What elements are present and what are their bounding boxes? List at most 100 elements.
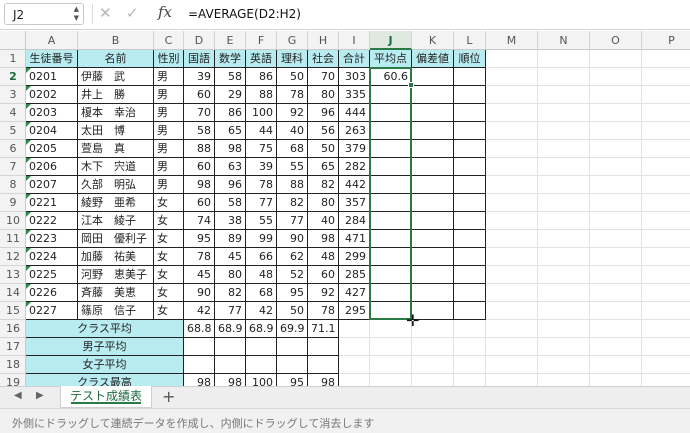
row-header-19[interactable]: 19 <box>0 374 26 386</box>
student-id-cell[interactable]: 0206 <box>26 158 78 176</box>
summary-label-cell[interactable]: クラス最高 <box>26 374 184 386</box>
deviation-cell[interactable] <box>412 266 454 284</box>
score-cell[interactable]: 60 <box>184 158 215 176</box>
row-header-13[interactable]: 13 <box>0 266 26 284</box>
rank-cell[interactable] <box>454 230 486 248</box>
summary-value-cell[interactable] <box>184 338 215 356</box>
summary-label-cell[interactable]: 女子平均 <box>26 356 184 374</box>
empty-cell[interactable] <box>590 86 642 104</box>
score-cell[interactable]: 92 <box>277 104 308 122</box>
student-id-cell[interactable]: 0223 <box>26 230 78 248</box>
empty-cell[interactable] <box>590 338 642 356</box>
score-cell[interactable]: 58 <box>215 194 246 212</box>
deviation-cell[interactable] <box>412 230 454 248</box>
empty-cell[interactable] <box>590 158 642 176</box>
total-cell[interactable]: 263 <box>339 122 370 140</box>
row-header-15[interactable]: 15 <box>0 302 26 320</box>
empty-cell[interactable] <box>538 284 590 302</box>
empty-cell[interactable] <box>538 50 590 68</box>
row-header-5[interactable]: 5 <box>0 122 26 140</box>
empty-cell[interactable] <box>538 230 590 248</box>
score-cell[interactable]: 88 <box>277 176 308 194</box>
student-name-cell[interactable]: 岡田 優利子 <box>78 230 154 248</box>
empty-cell[interactable] <box>486 86 538 104</box>
total-cell[interactable]: 299 <box>339 248 370 266</box>
score-cell[interactable]: 92 <box>308 284 339 302</box>
student-sex-cell[interactable]: 男 <box>154 68 184 86</box>
score-cell[interactable]: 55 <box>277 158 308 176</box>
student-sex-cell[interactable]: 男 <box>154 104 184 122</box>
deviation-cell[interactable] <box>412 194 454 212</box>
summary-value-cell[interactable]: 69.9 <box>277 320 308 338</box>
rank-cell[interactable] <box>454 140 486 158</box>
summary-value-cell[interactable]: 95 <box>277 374 308 386</box>
column-header-g[interactable]: G <box>277 31 308 50</box>
rank-cell[interactable] <box>454 284 486 302</box>
score-cell[interactable]: 89 <box>215 230 246 248</box>
score-cell[interactable]: 65 <box>215 122 246 140</box>
score-cell[interactable]: 98 <box>215 140 246 158</box>
score-cell[interactable]: 63 <box>215 158 246 176</box>
empty-cell[interactable] <box>486 230 538 248</box>
empty-cell[interactable] <box>339 374 370 386</box>
empty-cell[interactable] <box>486 320 538 338</box>
summary-value-cell[interactable]: 68.9 <box>246 320 277 338</box>
empty-cell[interactable] <box>590 356 642 374</box>
average-cell[interactable] <box>370 104 412 122</box>
empty-cell[interactable] <box>538 212 590 230</box>
empty-cell[interactable] <box>590 50 642 68</box>
rank-cell[interactable] <box>454 266 486 284</box>
empty-cell[interactable] <box>642 176 690 194</box>
total-cell[interactable]: 295 <box>339 302 370 320</box>
empty-cell[interactable] <box>642 212 690 230</box>
summary-value-cell[interactable] <box>215 338 246 356</box>
score-cell[interactable]: 96 <box>215 176 246 194</box>
column-header-k[interactable]: K <box>412 31 454 50</box>
total-cell[interactable]: 357 <box>339 194 370 212</box>
score-cell[interactable]: 39 <box>184 68 215 86</box>
total-cell[interactable]: 285 <box>339 266 370 284</box>
empty-cell[interactable] <box>642 158 690 176</box>
empty-cell[interactable] <box>642 338 690 356</box>
total-cell[interactable]: 303 <box>339 68 370 86</box>
score-cell[interactable]: 77 <box>246 194 277 212</box>
table-header-cell[interactable]: 性別 <box>154 50 184 68</box>
empty-cell[interactable] <box>538 68 590 86</box>
average-cell[interactable] <box>370 266 412 284</box>
student-sex-cell[interactable]: 女 <box>154 284 184 302</box>
empty-cell[interactable] <box>486 356 538 374</box>
student-sex-cell[interactable]: 男 <box>154 158 184 176</box>
summary-label-cell[interactable]: クラス平均 <box>26 320 184 338</box>
row-header-1[interactable]: 1 <box>0 50 26 68</box>
empty-cell[interactable] <box>339 356 370 374</box>
empty-cell[interactable] <box>370 356 412 374</box>
score-cell[interactable]: 60 <box>184 194 215 212</box>
average-cell[interactable] <box>370 284 412 302</box>
row-header-9[interactable]: 9 <box>0 194 26 212</box>
deviation-cell[interactable] <box>412 284 454 302</box>
score-cell[interactable]: 50 <box>277 68 308 86</box>
summary-value-cell[interactable] <box>246 356 277 374</box>
student-sex-cell[interactable]: 男 <box>154 140 184 158</box>
average-cell[interactable]: 60.6 <box>370 68 412 86</box>
column-header-h[interactable]: H <box>308 31 339 50</box>
student-name-cell[interactable]: 久部 明弘 <box>78 176 154 194</box>
empty-cell[interactable] <box>412 338 454 356</box>
column-header-o[interactable]: O <box>590 31 642 50</box>
deviation-cell[interactable] <box>412 248 454 266</box>
student-name-cell[interactable]: 伊藤 武 <box>78 68 154 86</box>
score-cell[interactable]: 98 <box>184 176 215 194</box>
score-cell[interactable]: 98 <box>308 230 339 248</box>
student-id-cell[interactable]: 0221 <box>26 194 78 212</box>
column-header-i[interactable]: I <box>339 31 370 50</box>
empty-cell[interactable] <box>454 320 486 338</box>
score-cell[interactable]: 80 <box>308 194 339 212</box>
student-id-cell[interactable]: 0207 <box>26 176 78 194</box>
empty-cell[interactable] <box>642 320 690 338</box>
column-header-p[interactable]: P <box>642 31 690 50</box>
row-header-12[interactable]: 12 <box>0 248 26 266</box>
row-header-7[interactable]: 7 <box>0 158 26 176</box>
total-cell[interactable]: 471 <box>339 230 370 248</box>
empty-cell[interactable] <box>590 122 642 140</box>
deviation-cell[interactable] <box>412 122 454 140</box>
